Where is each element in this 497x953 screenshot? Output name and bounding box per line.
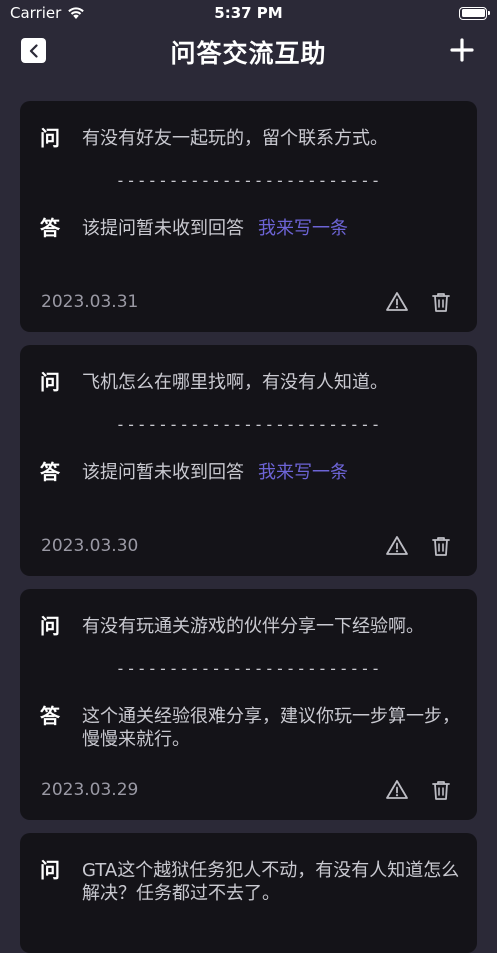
carrier-label: Carrier [10,4,62,22]
answer-row: 答该提问暂未收到回答 我来写一条 [40,459,463,485]
write-answer-link[interactable]: 我来写一条 [258,218,348,239]
status-bar: Carrier 5:37 PM [0,0,497,26]
qa-card[interactable]: 问 有没有玩通关游戏的伙伴分享一下经验啊。 --------------------… [20,589,477,820]
divider: ------------------------- [115,171,382,190]
nav-bar: 问答交流互助 [0,26,497,78]
qa-list: 问 有没有好友一起玩的，留个联系方式。 ----------------------… [20,101,477,953]
question-row: 问 飞机怎么在哪里找啊，有没有人知道。 [40,369,463,395]
question-tag: 问 [40,370,60,394]
question-tag: 问 [40,126,60,150]
battery-icon [459,6,490,20]
divider: ------------------------- [115,659,382,678]
question-row: 问 有没有玩通关游戏的伙伴分享一下经验啊。 [40,613,463,639]
report-button[interactable] [385,778,409,802]
page-title: 问答交流互助 [170,39,327,68]
report-button[interactable] [385,290,409,314]
answer-tag: 答 [40,460,60,484]
chevron-left-icon [29,43,38,58]
post-date: 2023.03.31 [41,292,139,312]
delete-button[interactable] [429,778,453,802]
answer-content: 该提问暂未收到回答 [82,462,244,483]
answer-text: 该提问暂未收到回答 我来写一条 [82,459,348,484]
answer-tag: 答 [40,216,60,240]
question-text: 有没有玩通关游戏的伙伴分享一下经验啊。 [82,616,424,637]
delete-button[interactable] [429,534,453,558]
trash-icon [429,537,453,562]
warning-icon [385,292,409,318]
answer-row: 答这个通关经验很难分享，建议你玩一步算一步，慢慢来就行。 [40,703,463,751]
warning-icon [385,780,409,806]
question-row: 问 GTA这个越狱任务犯人不动，有没有人知道怎么解决？任务都过不去了。 [40,857,463,905]
question-tag: 问 [40,614,60,638]
answer-content: 该提问暂未收到回答 [82,218,244,239]
answer-text: 这个通关经验很难分享，建议你玩一步算一步，慢慢来就行。 [82,703,463,751]
write-answer-link[interactable]: 我来写一条 [258,462,348,483]
post-date: 2023.03.29 [41,780,139,800]
status-left: Carrier [10,4,85,22]
question-text: 飞机怎么在哪里找啊，有没有人知道。 [82,372,388,393]
question-tag: 问 [40,858,60,882]
question-text: 有没有好友一起玩的，留个联系方式。 [82,128,388,149]
report-button[interactable] [385,534,409,558]
warning-icon [385,536,409,562]
trash-icon [429,293,453,318]
question-text: GTA这个越狱任务犯人不动，有没有人知道怎么解决？任务都过不去了。 [82,860,460,904]
post-date: 2023.03.30 [41,536,139,556]
trash-icon [429,781,453,806]
delete-button[interactable] [429,290,453,314]
divider: ------------------------- [115,415,382,434]
back-button[interactable] [21,38,46,63]
qa-card[interactable]: 问 GTA这个越狱任务犯人不动，有没有人知道怎么解决？任务都过不去了。 [20,833,477,953]
wifi-icon [68,7,85,19]
answer-text: 该提问暂未收到回答 我来写一条 [82,215,348,240]
add-button[interactable] [449,37,475,63]
answer-tag: 答 [40,704,60,728]
qa-card[interactable]: 问 飞机怎么在哪里找啊，有没有人知道。 ----------------------… [20,345,477,576]
answer-content: 这个通关经验很难分享，建议你玩一步算一步，慢慢来就行。 [82,706,460,750]
answer-row: 答该提问暂未收到回答 我来写一条 [40,215,463,241]
question-row: 问 有没有好友一起玩的，留个联系方式。 [40,125,463,151]
qa-card[interactable]: 问 有没有好友一起玩的，留个联系方式。 ----------------------… [20,101,477,332]
